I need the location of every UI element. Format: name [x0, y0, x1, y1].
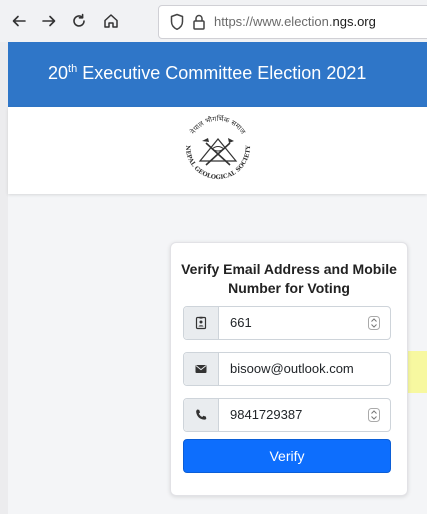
reload-icon: [73, 13, 85, 27]
mobile-addon: [184, 399, 219, 431]
member-id-addon: [184, 307, 219, 339]
page-left-gutter: [0, 42, 8, 514]
svg-text:नेपाल भौगर्भिक समाज: नेपाल भौगर्भिक समाज: [188, 114, 247, 137]
phone-icon: [196, 409, 207, 420]
arrow-left-icon: [12, 15, 26, 27]
mobile-value[interactable]: 9841729387: [230, 407, 302, 422]
verify-form-card: Verify Email Address and Mobile Number f…: [170, 242, 408, 496]
page-title: 20th Executive Committee Election 2021: [48, 63, 367, 83]
member-id-field[interactable]: 661: [183, 306, 391, 340]
id-badge-icon: [195, 316, 207, 330]
email-value[interactable]: bisoow@outlook.com: [230, 361, 354, 376]
shield-icon[interactable]: [169, 13, 185, 31]
forward-button[interactable]: [38, 10, 60, 32]
home-button[interactable]: [100, 10, 122, 32]
spinner-arrows-icon[interactable]: [368, 316, 380, 330]
member-id-value[interactable]: 661: [230, 315, 252, 330]
lock-icon[interactable]: [192, 13, 206, 31]
mobile-number-field[interactable]: 9841729387: [183, 398, 391, 432]
form-title: Verify Email Address and Mobile Number f…: [181, 261, 397, 296]
spinner-arrows-icon[interactable]: [368, 408, 380, 422]
email-addon: [184, 353, 219, 385]
home-icon: [104, 14, 118, 28]
url-text[interactable]: https://www.election.ngs.org: [214, 14, 376, 29]
reload-button[interactable]: [68, 10, 90, 32]
society-logo: नेपाल भौगर्भिक समाज NEPAL GEOLOGICAL SOC…: [184, 114, 252, 181]
url-domain: ngs.org: [332, 14, 376, 29]
logo-banner: नेपाल भौगर्भिक समाज NEPAL GEOLOGICAL SOC…: [8, 107, 427, 194]
arrow-right-icon: [42, 15, 56, 27]
site-header: 20th Executive Committee Election 2021: [8, 42, 427, 107]
svg-text:NEPAL GEOLOGICAL SOCIETY: NEPAL GEOLOGICAL SOCIETY: [184, 145, 252, 181]
envelope-icon: [195, 365, 207, 373]
verify-button[interactable]: Verify: [183, 439, 391, 473]
back-button[interactable]: [8, 10, 30, 32]
url-scheme-host: https://www.election.: [214, 14, 333, 29]
browser-toolbar: https://www.election.ngs.org: [0, 0, 427, 43]
email-field[interactable]: bisoow@outlook.com: [183, 352, 391, 386]
address-bar[interactable]: https://www.election.ngs.org: [158, 5, 427, 39]
